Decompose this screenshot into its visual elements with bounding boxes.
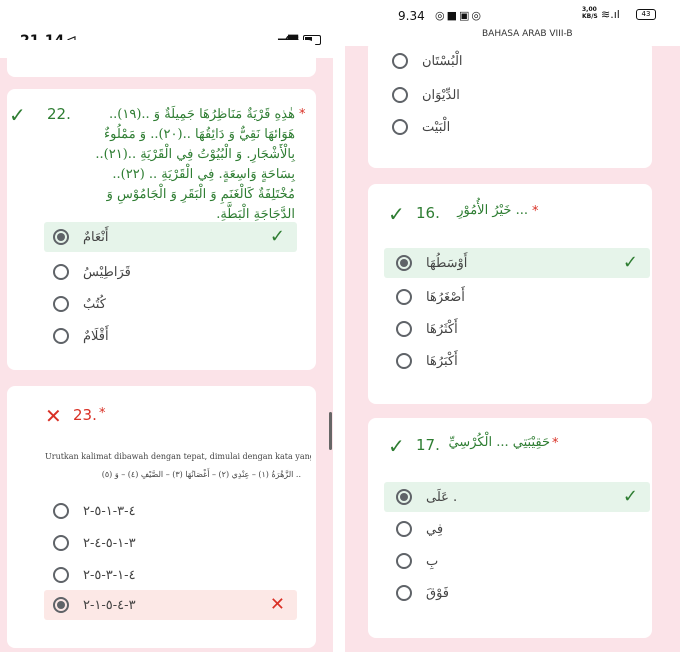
correct-check-icon: ✓ <box>388 434 405 458</box>
option-label: ٣-١-٥-٤-٢ <box>83 535 136 551</box>
option-label: الدِّيْوَان <box>422 87 460 103</box>
option-ala[interactable]: عَلَى . ✓ <box>384 482 650 512</box>
option-qarathis[interactable]: قَرَاطِيْسُ <box>44 257 297 287</box>
option-label: عَلَى . <box>426 489 458 505</box>
network-speed: 3,00 KB/S <box>582 6 598 20</box>
clock: 9.34 <box>398 9 425 23</box>
question-number: 16. <box>416 204 440 222</box>
option-order-1[interactable]: ٤-٣-١-٥-٢ <box>44 496 297 526</box>
question-number: 17. <box>416 436 440 454</box>
option-fauqa[interactable]: فَوْقَ <box>384 578 650 608</box>
correct-check-icon: ✓ <box>269 226 285 247</box>
option-label: فَوْقَ <box>426 585 450 601</box>
option-kutub[interactable]: كُتُبٌ <box>44 289 297 319</box>
previous-question-card <box>7 40 316 77</box>
option-label: أَقْلَامٌ <box>83 328 109 344</box>
wrong-cross-icon: ✕ <box>269 594 285 615</box>
question-card-15: الْبُسْتَان الدِّيْوَان الْبَيْت <box>368 40 652 168</box>
correct-check-icon: ✓ <box>622 486 638 507</box>
scrollbar[interactable] <box>329 412 332 450</box>
question-text: حَقِيْبَتِي ... الْكُرْسِيِّ <box>448 435 550 450</box>
option-label: أَوْسَطُهَا <box>426 255 468 271</box>
radio-button[interactable] <box>392 87 408 103</box>
radio-button-selected[interactable] <box>53 597 69 613</box>
radio-button[interactable] <box>53 503 69 519</box>
correct-check-icon: ✓ <box>9 103 26 127</box>
option-label: أَكْبَرُهَا <box>426 353 458 369</box>
question-instruction: Urutkan kalimat dibawah dengan tepat, di… <box>45 452 311 461</box>
option-label: ٣-٤-٥-١-٢ <box>83 597 136 613</box>
question-card-22: ✓ 22. هٰذِهِ قَرْيَةٌ مَنَاظِرُهَا جَمِي… <box>7 89 316 370</box>
option-label: بِ <box>426 553 439 569</box>
option-aqlam[interactable]: أَقْلَامٌ <box>44 321 297 351</box>
required-asterisk: * <box>532 204 539 219</box>
radio-button[interactable] <box>53 535 69 551</box>
radio-button[interactable] <box>53 567 69 583</box>
question-number: 22. <box>47 105 71 123</box>
battery-icon: 43 <box>636 9 656 20</box>
radio-button-selected[interactable] <box>396 489 412 505</box>
option-order-2[interactable]: ٣-١-٥-٤-٢ <box>44 528 297 558</box>
option-order-3[interactable]: ٤-١-٣-٥-٢ <box>44 560 297 590</box>
radio-button[interactable] <box>396 553 412 569</box>
question-card-23: ✕ 23. * Urutkan kalimat dibawah dengan t… <box>7 386 316 648</box>
question-card-16: ✓ 16. ... خَيْرُ الأُمُوْرِ * أَوْسَطُهَ… <box>368 184 652 404</box>
option-label: ٤-١-٣-٥-٢ <box>83 567 136 583</box>
wrong-cross-icon: ✕ <box>45 404 62 428</box>
option-fi[interactable]: فِي <box>384 514 650 544</box>
option-label: أَكْثَرُهَا <box>426 321 458 337</box>
option-awsathuha[interactable]: أَوْسَطُهَا ✓ <box>384 248 650 278</box>
radio-button[interactable] <box>392 53 408 69</box>
option-label: ٤-٣-١-٥-٢ <box>83 503 136 519</box>
question-text: ... خَيْرُ الأُمُوْرِ <box>457 203 528 218</box>
notification-icons: ◎■▣◎ <box>435 9 483 22</box>
required-asterisk: * <box>552 436 559 451</box>
option-label: قَرَاطِيْسُ <box>83 264 131 280</box>
option-ashgharuha[interactable]: أَصْغَرُهَا <box>384 282 650 312</box>
radio-button[interactable] <box>396 289 412 305</box>
radio-button[interactable] <box>53 328 69 344</box>
radio-button-selected[interactable] <box>53 229 69 245</box>
option-label: الْبُسْتَان <box>422 53 463 69</box>
radio-button[interactable] <box>392 119 408 135</box>
option-an-am[interactable]: أَنْعَامٌ ✓ <box>44 222 297 252</box>
option-order-4[interactable]: ٣-٤-٥-١-٢ ✕ <box>44 590 297 620</box>
option-diwan[interactable]: الدِّيْوَان <box>380 80 620 110</box>
required-asterisk: * <box>299 107 306 122</box>
radio-button[interactable] <box>396 321 412 337</box>
radio-button[interactable] <box>396 585 412 601</box>
option-label: فِي <box>426 521 444 537</box>
option-aktsaruha[interactable]: أَكْثَرُهَا <box>384 314 650 344</box>
page-title: BAHASA ARAB VIII-B <box>482 29 573 39</box>
option-bustan[interactable]: الْبُسْتَان <box>380 46 620 76</box>
right-screenshot: 9.34 ◎■▣◎ BAHASA ARAB VIII-B 3,00 KB/S ≋… <box>345 0 680 652</box>
option-label: أَصْغَرُهَا <box>426 289 465 305</box>
option-akbaruha[interactable]: أَكْبَرُهَا <box>384 346 650 376</box>
option-label: كُتُبٌ <box>83 296 106 312</box>
option-bi[interactable]: بِ <box>384 546 650 576</box>
option-label: الْبَيْت <box>422 119 451 135</box>
left-screenshot: 21.14 ⊲ ▂▄▆ 4G ✓ 22. هٰذِهِ قَرْيَةٌ مَن… <box>0 0 333 652</box>
radio-button[interactable] <box>53 264 69 280</box>
radio-button[interactable] <box>396 353 412 369</box>
question-card-17: ✓ 17. حَقِيْبَتِي ... الْكُرْسِيِّ * عَل… <box>368 418 652 638</box>
correct-check-icon: ✓ <box>622 252 638 273</box>
question-number: 23. <box>73 406 97 424</box>
wifi-signal-icon: ≋.ıl <box>601 8 620 21</box>
radio-button[interactable] <box>396 521 412 537</box>
option-label: أَنْعَامٌ <box>83 229 109 245</box>
question-arabic-line: .. الزَّهْرَةُ (١) – عِنْدِي (٢) – أَغْص… <box>101 470 301 479</box>
correct-check-icon: ✓ <box>388 202 405 226</box>
question-text: هٰذِهِ قَرْيَةٌ مَنَاظِرُهَا جَمِيلَةٌ و… <box>95 107 295 222</box>
radio-button-selected[interactable] <box>396 255 412 271</box>
option-bait[interactable]: الْبَيْت <box>380 112 620 142</box>
radio-button[interactable] <box>53 296 69 312</box>
required-asterisk: * <box>99 406 106 421</box>
